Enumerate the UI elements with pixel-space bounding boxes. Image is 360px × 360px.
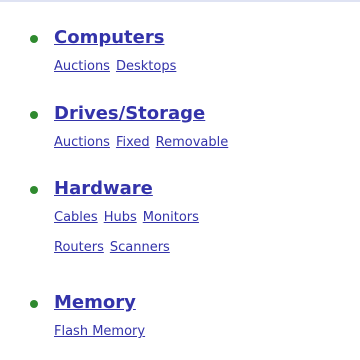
subcategory-link-flash-memory[interactable]: Flash Memory — [54, 324, 145, 339]
subcategory-link-fixed[interactable]: Fixed — [116, 135, 150, 150]
subcategory-line: Auctions Desktops — [54, 59, 182, 75]
subcategory-link-cables[interactable]: Cables — [54, 210, 98, 225]
subcategory-link-auctions[interactable]: Auctions — [54, 59, 110, 74]
subcategory-line: Auctions Fixed Removable — [54, 135, 234, 151]
bullet-icon — [30, 186, 38, 194]
bullet-icon — [30, 35, 38, 43]
subcategory-link-routers[interactable]: Routers — [54, 240, 104, 255]
category-directory: Computers Auctions Desktops Drives/Storag… — [0, 0, 360, 360]
subcategory-link-monitors[interactable]: Monitors — [143, 210, 199, 225]
category-link-memory[interactable]: Memory — [54, 292, 136, 314]
category-link-drives-storage[interactable]: Drives/Storage — [54, 103, 205, 125]
subcategory-link-desktops[interactable]: Desktops — [116, 59, 176, 74]
subcategory-line: Cables Hubs Monitors — [54, 210, 205, 226]
subcategory-link-auctions[interactable]: Auctions — [54, 135, 110, 150]
category-link-computers[interactable]: Computers — [54, 27, 164, 49]
subcategory-line: Routers Scanners — [54, 240, 176, 256]
subcategory-link-hubs[interactable]: Hubs — [104, 210, 137, 225]
category-link-hardware[interactable]: Hardware — [54, 178, 153, 200]
bullet-icon — [30, 111, 38, 119]
subcategory-line: Flash Memory — [54, 324, 151, 340]
subcategory-link-removable[interactable]: Removable — [156, 135, 229, 150]
bullet-icon — [30, 300, 38, 308]
top-divider — [0, 0, 360, 2]
subcategory-link-scanners[interactable]: Scanners — [110, 240, 170, 255]
